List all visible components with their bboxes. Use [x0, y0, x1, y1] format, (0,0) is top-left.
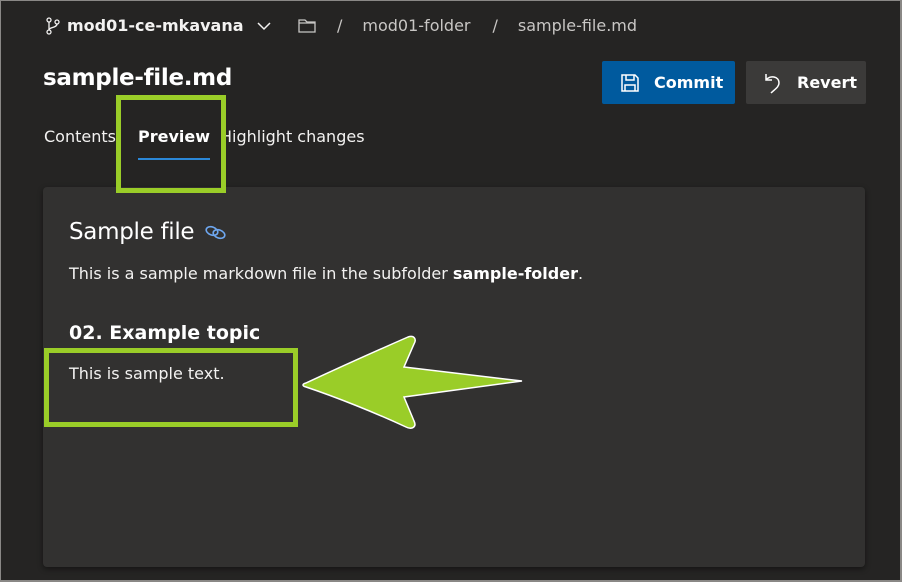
revert-label: Revert: [797, 73, 857, 92]
breadcrumb-file[interactable]: sample-file.md: [518, 16, 637, 35]
tab-bar: Contents Preview Highlight changes: [44, 127, 365, 160]
tab-label: Contents: [44, 127, 116, 146]
tab-highlight-changes[interactable]: Highlight changes: [220, 127, 365, 158]
branch-selector[interactable]: mod01-ce-mkavana: [45, 16, 272, 35]
undo-icon: [765, 73, 780, 94]
breadcrumb: / mod01-folder / sample-file.md: [297, 16, 659, 35]
preview-heading: Sample file: [69, 219, 228, 245]
breadcrumb-separator: /: [337, 16, 343, 35]
preview-body-text: This is sample text.: [69, 364, 225, 383]
callout-arrow-icon: [302, 335, 523, 429]
tab-contents[interactable]: Contents: [44, 127, 116, 158]
chevron-down-icon: [257, 21, 271, 30]
paragraph-bold: sample-folder: [452, 264, 578, 283]
top-bar: mod01-ce-mkavana / mod01-folder / sample…: [1, 1, 900, 55]
save-icon: [621, 73, 639, 92]
heading-text: Sample file: [69, 219, 195, 245]
preview-subheading: 02. Example topic: [69, 322, 261, 344]
breadcrumb-folder[interactable]: mod01-folder: [362, 16, 470, 35]
app-frame: mod01-ce-mkavana / mod01-folder / sample…: [1, 1, 900, 580]
commit-button[interactable]: Commit: [602, 61, 735, 104]
tab-label: Highlight changes: [219, 127, 365, 146]
folder-icon[interactable]: [297, 17, 317, 35]
page-title: sample-file.md: [43, 65, 233, 91]
breadcrumb-separator: /: [492, 16, 498, 35]
active-tab-indicator: [137, 158, 210, 160]
commit-label: Commit: [654, 73, 724, 92]
branch-name: mod01-ce-mkavana: [67, 16, 244, 35]
link-icon[interactable]: [204, 224, 228, 240]
tab-preview[interactable]: Preview: [137, 127, 210, 160]
tab-label: Preview: [137, 127, 210, 146]
paragraph-suffix: .: [577, 264, 584, 283]
paragraph-text: This is a sample markdown file in the su…: [69, 264, 453, 283]
revert-button[interactable]: Revert: [746, 61, 866, 104]
preview-paragraph: This is a sample markdown file in the su…: [69, 264, 583, 283]
branch-icon: [46, 16, 60, 35]
